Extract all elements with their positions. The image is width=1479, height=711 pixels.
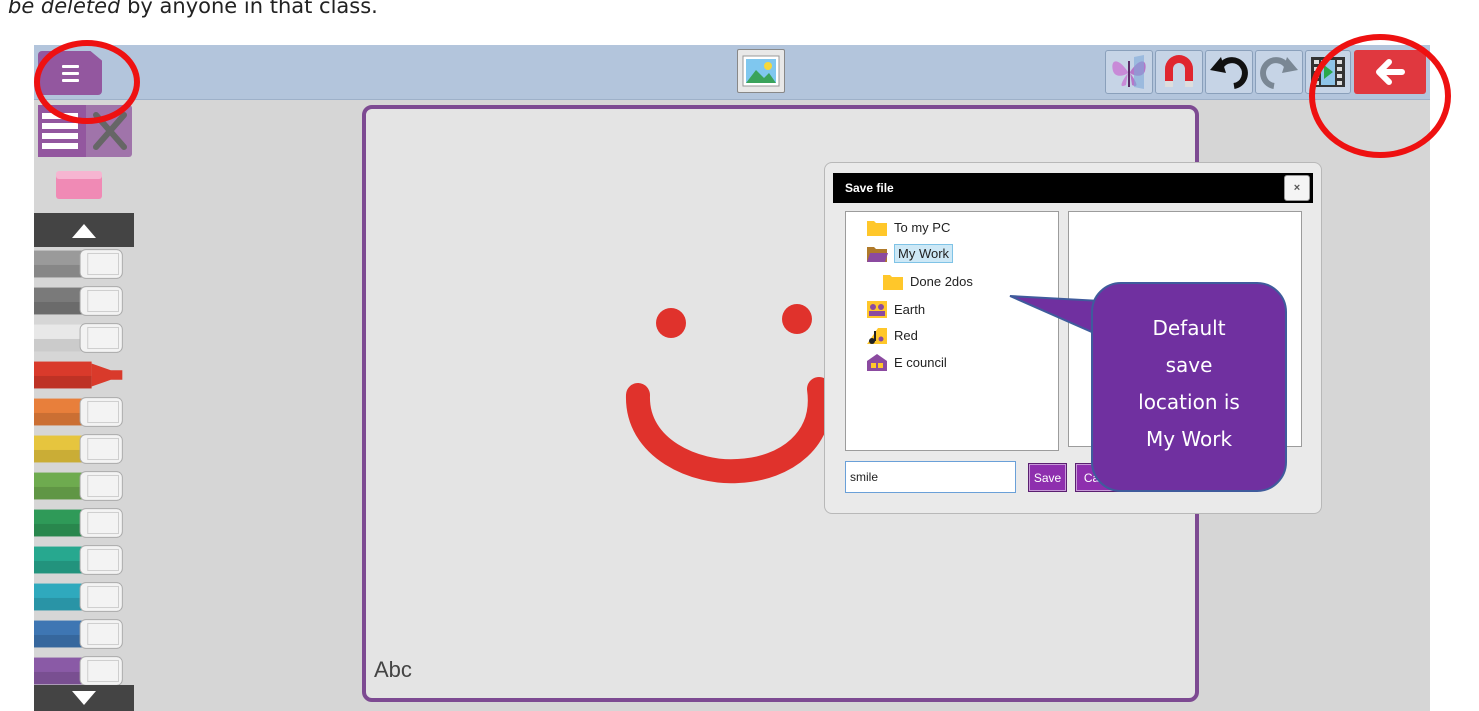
folder-label: Earth (894, 301, 926, 317)
folder-item-red[interactable]: Red (866, 324, 918, 346)
dialog-title-bar: Save file × (833, 173, 1313, 203)
undo-icon (1210, 57, 1248, 89)
marker-pen[interactable] (34, 284, 130, 318)
marker-pen[interactable] (34, 469, 130, 503)
marker-pen[interactable] (34, 580, 130, 614)
callout-line: My Work (1145, 427, 1233, 451)
document-caption-italic: be deleted (8, 0, 121, 18)
callout-line: Default (1152, 316, 1226, 340)
callout-bubble: Default save location is My Work (1091, 282, 1287, 492)
folder-item-my-work[interactable]: My Work (866, 242, 954, 264)
group-icon (867, 300, 887, 318)
dialog-title: Save file (845, 181, 894, 195)
folder-label: To my PC (894, 219, 951, 235)
marker-pen[interactable] (34, 506, 130, 540)
folder-label: Red (894, 327, 918, 343)
butterfly-icon (1112, 55, 1146, 89)
music-notes-icon (867, 327, 887, 344)
eraser-button[interactable] (54, 167, 106, 201)
picture-icon (742, 55, 780, 87)
background-button[interactable] (1105, 50, 1153, 94)
close-button[interactable]: × (1284, 175, 1310, 201)
redo-button[interactable] (1255, 50, 1303, 94)
folder-item-to-my-pc[interactable]: To my PC (866, 216, 950, 238)
folder-icon (883, 274, 903, 290)
film-icon (1311, 57, 1345, 87)
eraser-icon (56, 171, 102, 199)
playback-button[interactable] (1305, 50, 1351, 94)
house-icon (867, 353, 887, 371)
folder-icon (867, 220, 887, 236)
menu-button[interactable] (38, 51, 102, 95)
folder-label: Done 2dos (910, 273, 973, 289)
mode-toggle-button[interactable] (38, 105, 132, 157)
scroll-down-button[interactable] (34, 685, 134, 711)
pen-sidebar (34, 101, 134, 711)
top-toolbar (34, 45, 1430, 100)
marker-pen[interactable] (34, 395, 130, 429)
callout-line: location is (1138, 390, 1240, 414)
magnet-button[interactable] (1155, 50, 1203, 94)
scroll-up-button[interactable] (34, 213, 134, 247)
save-button[interactable]: Save (1028, 463, 1067, 492)
back-button[interactable] (1354, 50, 1426, 94)
folder-tree: To my PC My Work Done 2dos Earth Red E c… (845, 211, 1059, 451)
pens-and-tools-icon (38, 105, 127, 157)
folder-item-e-council[interactable]: E council (866, 351, 947, 373)
undo-button[interactable] (1205, 50, 1253, 94)
marker-pen[interactable] (34, 543, 130, 577)
document-caption-rest: by anyone in that class. (120, 0, 378, 18)
triangle-down-icon (72, 691, 96, 705)
folder-label: My Work (894, 243, 954, 263)
folder-item-done-2dos[interactable]: Done 2dos (882, 270, 973, 292)
document-caption: be deleted by anyone in that class. (8, 0, 378, 18)
marker-pen[interactable] (34, 432, 130, 466)
marker-pen[interactable] (34, 358, 130, 392)
marker-pen[interactable] (34, 247, 130, 281)
marker-pen[interactable] (34, 321, 130, 355)
canvas-text-label: Abc (374, 657, 412, 682)
back-arrow-icon (1376, 59, 1405, 85)
callout-line: save (1165, 353, 1213, 377)
insert-image-button[interactable] (737, 49, 785, 93)
triangle-up-icon (72, 224, 96, 238)
magnet-icon (1165, 55, 1193, 87)
open-folder-icon (867, 246, 888, 262)
folder-item-earth[interactable]: Earth (866, 298, 925, 320)
folder-label: E council (894, 354, 947, 370)
marker-pen[interactable] (34, 654, 130, 688)
redo-icon (1260, 57, 1298, 89)
filename-input[interactable] (845, 461, 1016, 493)
marker-pen[interactable] (34, 617, 130, 651)
